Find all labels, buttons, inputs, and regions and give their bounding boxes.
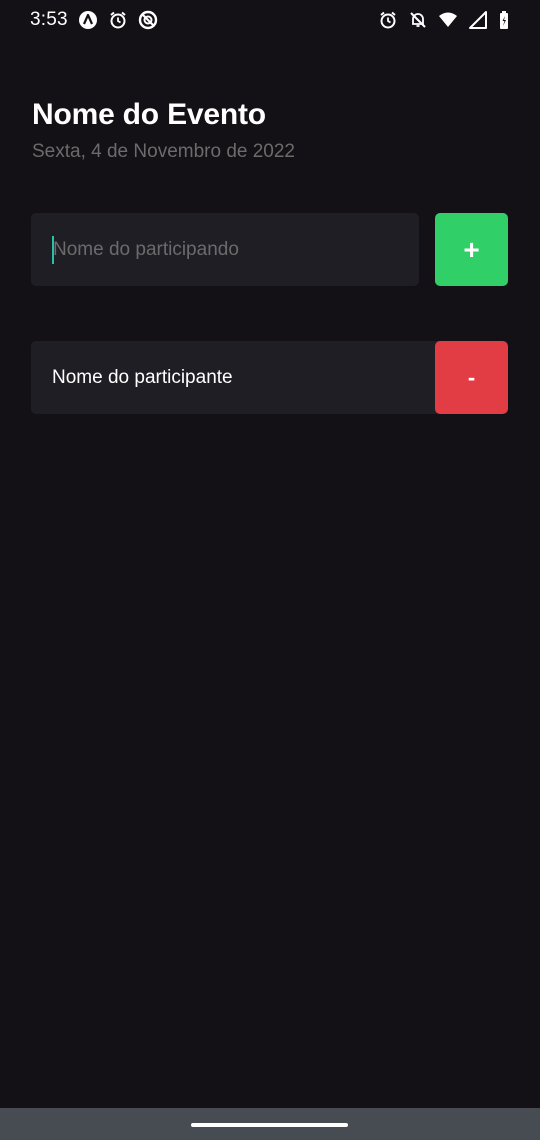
status-left: 3:53 bbox=[30, 9, 158, 31]
event-title: Nome do Evento bbox=[32, 98, 266, 131]
participant-card: Nome do participante - bbox=[31, 341, 508, 414]
status-bar: 3:53 bbox=[0, 0, 540, 40]
app-screen: 3:53 Nome do Evento Sexta, 4 de Novembro… bbox=[0, 0, 540, 1140]
alarm-icon bbox=[108, 10, 128, 30]
alarm-icon bbox=[378, 10, 398, 30]
home-indicator[interactable] bbox=[191, 1123, 348, 1127]
participant-name-input[interactable] bbox=[31, 213, 419, 286]
text-caret bbox=[52, 236, 54, 264]
signal-icon bbox=[468, 10, 488, 30]
status-right bbox=[378, 10, 510, 30]
participant-name: Nome do participante bbox=[52, 367, 233, 388]
status-time: 3:53 bbox=[30, 9, 68, 30]
wifi-icon bbox=[438, 10, 458, 30]
remove-participant-button[interactable]: - bbox=[435, 341, 508, 414]
battery-icon bbox=[498, 10, 510, 30]
event-date: Sexta, 4 de Novembro de 2022 bbox=[32, 141, 296, 162]
app-a-icon bbox=[78, 10, 98, 30]
add-participant-button[interactable]: + bbox=[435, 213, 508, 286]
navigation-bar bbox=[0, 1108, 540, 1140]
blocked-notification-icon bbox=[138, 10, 158, 30]
notifications-off-icon bbox=[408, 10, 428, 30]
